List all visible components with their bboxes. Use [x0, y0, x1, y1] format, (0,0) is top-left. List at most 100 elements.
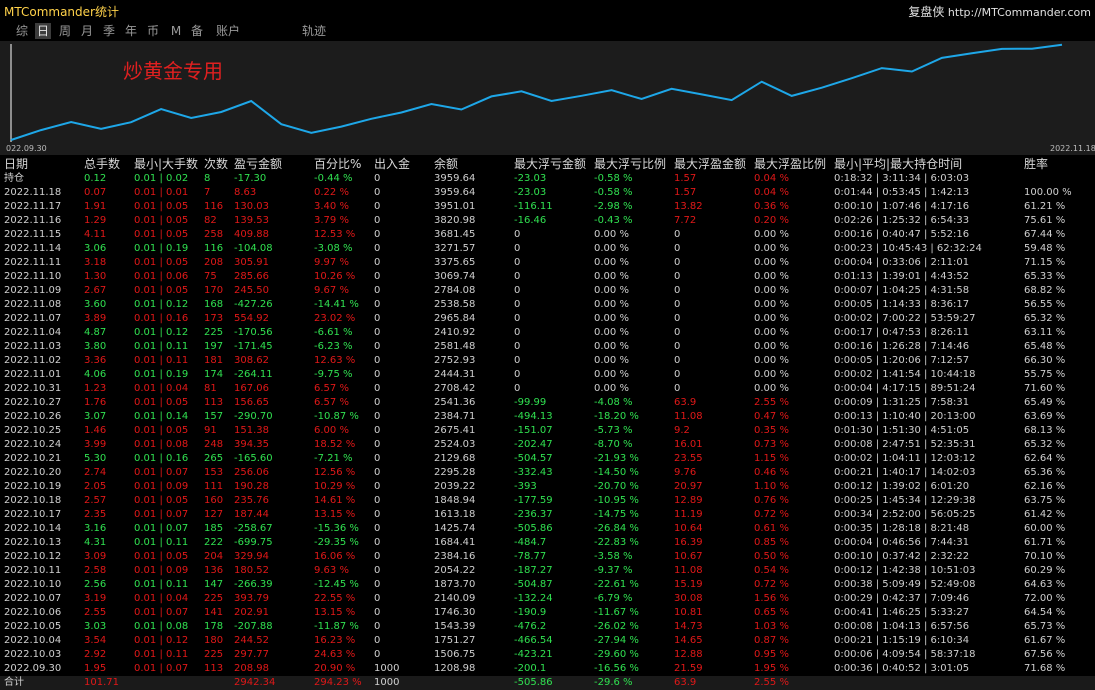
cell-13: 66.30 %	[1024, 355, 1066, 366]
table-row[interactable]: 2022.11.16 1.29 0.01 | 0.05 82 139.53 3.79 % 0…	[0, 214, 1095, 228]
table-row[interactable]: 2022.10.18 2.57 0.01 | 0.05 160 235.76 14.61 …	[0, 494, 1095, 508]
table-row[interactable]: 2022.10.11 2.58 0.01 | 0.09 136 180.52 9.63 %…	[0, 564, 1095, 578]
cell-3: 208	[204, 257, 224, 268]
table-row[interactable]: 2022.10.24 3.99 0.01 | 0.08 248 394.35 18.52 …	[0, 438, 1095, 452]
table-row[interactable]: 2022.10.06 2.55 0.01 | 0.07 141 202.91 13.15 …	[0, 606, 1095, 620]
cell-6: 0	[374, 621, 381, 632]
cell-7: 1425.74	[434, 523, 476, 534]
table-row[interactable]: 2022.10.26 3.07 0.01 | 0.14 157 -290.70 -10.8…	[0, 410, 1095, 424]
brand-link[interactable]: 复盘侠 http://MTCommander.com	[908, 3, 1091, 20]
cell-9: -0.43 %	[594, 215, 633, 226]
cell-10: 13.82	[674, 201, 703, 212]
tab-2[interactable]: 周	[57, 23, 73, 39]
table-row[interactable]: 2022.10.25 1.46 0.01 | 0.05 91 151.38 6.00 % 0…	[0, 424, 1095, 438]
cell-13: 65.32 %	[1024, 313, 1066, 324]
cell-13: 71.60 %	[1024, 383, 1066, 394]
cell-10: 0	[674, 271, 681, 282]
cell-12: 0:00:29 | 0:42:37 | 7:09:46	[834, 593, 970, 604]
app-title: MTCommander统计	[4, 5, 119, 19]
tab-5[interactable]: 年	[123, 23, 139, 39]
cell-9: 0.00 %	[594, 243, 629, 254]
cell-6: 0	[374, 229, 381, 240]
table-row[interactable]: 2022.11.17 1.91 0.01 | 0.05 116 130.03 3.40 %…	[0, 200, 1095, 214]
table-row[interactable]: 2022.11.07 3.89 0.01 | 0.16 173 554.92 23.02 …	[0, 312, 1095, 326]
tab-4[interactable]: 季	[101, 23, 117, 39]
table-row[interactable]: 2022.10.14 3.16 0.01 | 0.07 185 -258.67 -15.3…	[0, 522, 1095, 536]
tab-9[interactable]: 账户	[215, 23, 241, 39]
cell-1: 4.87	[84, 327, 107, 338]
table-row[interactable]: 2022.10.19 2.05 0.01 | 0.09 111 190.28 10.29 …	[0, 480, 1095, 494]
cell-12: 0:00:36 | 0:40:52 | 3:01:05	[834, 663, 970, 674]
table-row[interactable]: 2022.11.18 0.07 0.01 | 0.01 7 8.63 0.22 % 0 395…	[0, 186, 1095, 200]
cell-2: 0.01 | 0.16	[134, 453, 189, 464]
tab-1[interactable]: 日	[35, 23, 51, 39]
table-row[interactable]: 2022.10.20 2.74 0.01 | 0.07 153 256.06 12.56 …	[0, 466, 1095, 480]
cell-3: 75	[204, 271, 217, 282]
table-row[interactable]: 2022.11.03 3.80 0.01 | 0.11 197 -171.45 -6.23…	[0, 340, 1095, 354]
cell-6: 0	[374, 523, 381, 534]
cell-5: 12.53 %	[314, 229, 356, 240]
brand-url[interactable]: http://MTCommander.com	[948, 6, 1091, 19]
cell-5: 10.29 %	[314, 481, 356, 492]
table-row[interactable]: 2022.11.15 4.11 0.01 | 0.05 258 409.88 12.53 …	[0, 228, 1095, 242]
table-row[interactable]: 2022.10.13 4.31 0.01 | 0.11 222 -699.75 -29.3…	[0, 536, 1095, 550]
cell-7: 3375.65	[434, 257, 476, 268]
table-row[interactable]: 2022.11.08 3.60 0.01 | 0.12 168 -427.26 -14.4…	[0, 298, 1095, 312]
table-row[interactable]: 2022.09.30 1.95 0.01 | 0.07 113 208.98 20.90 …	[0, 662, 1095, 676]
table-row[interactable]: 2022.11.01 4.06 0.01 | 0.19 174 -264.11 -9.75…	[0, 368, 1095, 382]
total-row[interactable]: 合计 101.71 2942.34 294.23 % 1000 -505.86 -29.6 …	[0, 676, 1095, 690]
cell-9: 0.00 %	[594, 299, 629, 310]
table-row[interactable]: 2022.10.17 2.35 0.01 | 0.07 127 187.44 13.15 …	[0, 508, 1095, 522]
table-row[interactable]: 2022.10.12 3.09 0.01 | 0.05 204 329.94 16.06 …	[0, 550, 1095, 564]
table-row[interactable]: 2022.10.04 3.54 0.01 | 0.12 180 244.52 16.23 …	[0, 634, 1095, 648]
table-row[interactable]: 2022.10.21 5.30 0.01 | 0.16 265 -165.60 -7.21…	[0, 452, 1095, 466]
cell-10: 20.97	[674, 481, 703, 492]
cell-8: -494.13	[514, 411, 553, 422]
table-row[interactable]: 2022.11.02 3.36 0.01 | 0.11 181 308.62 12.63 …	[0, 354, 1095, 368]
tab-10[interactable]: 轨迹	[301, 23, 327, 39]
tab-8[interactable]: 备	[189, 23, 205, 39]
cell-2: 0.01 | 0.06	[134, 271, 189, 282]
table-row[interactable]: 2022.11.09 2.67 0.01 | 0.05 170 245.50 9.67 %…	[0, 284, 1095, 298]
tab-7[interactable]: M	[169, 23, 183, 39]
cell-9: -6.79 %	[594, 593, 633, 604]
cell-11: 0.85 %	[754, 537, 789, 548]
table-row[interactable]: 2022.10.07 3.19 0.01 | 0.04 225 393.79 22.55 …	[0, 592, 1095, 606]
cell-2: 0.01 | 0.14	[134, 411, 189, 422]
table-row[interactable]: 2022.10.27 1.76 0.01 | 0.05 113 156.65 6.57 %…	[0, 396, 1095, 410]
cell-7: 2752.93	[434, 355, 476, 366]
cell-11: 0.00 %	[754, 383, 789, 394]
cell-10: 0	[674, 341, 681, 352]
cell-3: 170	[204, 285, 224, 296]
table-row[interactable]: 2022.11.14 3.06 0.01 | 0.19 116 -104.08 -3.08…	[0, 242, 1095, 256]
tab-3[interactable]: 月	[79, 23, 95, 39]
cell-2: 0.01 | 0.08	[134, 439, 189, 450]
table-row[interactable]: 2022.11.10 1.30 0.01 | 0.06 75 285.66 10.26 %…	[0, 270, 1095, 284]
cell-7: 2541.36	[434, 397, 476, 408]
table-row[interactable]: 2022.10.31 1.23 0.01 | 0.04 81 167.06 6.57 % 0…	[0, 382, 1095, 396]
cell-4: 393.79	[234, 593, 269, 604]
cell-2: 0.01 | 0.05	[134, 229, 189, 240]
brand-name: 复盘侠	[908, 5, 945, 19]
table-row[interactable]: 2022.11.04 4.87 0.01 | 0.12 225 -170.56 -6.61…	[0, 326, 1095, 340]
cell-7: 2039.22	[434, 481, 476, 492]
cell-4: 554.92	[234, 313, 269, 324]
table-row[interactable]: 2022.11.11 3.18 0.01 | 0.05 208 305.91 9.97 %…	[0, 256, 1095, 270]
header-6: 出入金	[374, 157, 411, 171]
cell-12: 0:00:13 | 1:10:40 | 20:13:00	[834, 411, 976, 422]
cell-7: 2675.41	[434, 425, 476, 436]
cell-6: 0	[374, 565, 381, 576]
tab-0[interactable]: 综	[13, 23, 31, 39]
tab-6[interactable]: 币	[145, 23, 161, 39]
cell-12: 0:00:34 | 2:52:00 | 56:05:25	[834, 509, 976, 520]
cell-2: 0.01 | 0.11	[134, 537, 189, 548]
cell-13: 63.75 %	[1024, 495, 1066, 506]
table-row[interactable]: 2022.10.03 2.92 0.01 | 0.11 225 297.77 24.63 …	[0, 648, 1095, 662]
cell-3: 225	[204, 593, 224, 604]
table-row[interactable]: 2022.10.10 2.56 0.01 | 0.11 147 -266.39 -12.4…	[0, 578, 1095, 592]
cell-0: 2022.10.17	[4, 509, 62, 520]
table-row[interactable]: 持仓 0.12 0.01 | 0.02 8 -17.30 -0.44 % 0 3959.64 -…	[0, 172, 1095, 186]
cell-3: 180	[204, 635, 224, 646]
cell-2: 0.01 | 0.05	[134, 257, 189, 268]
table-row[interactable]: 2022.10.05 3.03 0.01 | 0.08 178 -207.88 -11.8…	[0, 620, 1095, 634]
